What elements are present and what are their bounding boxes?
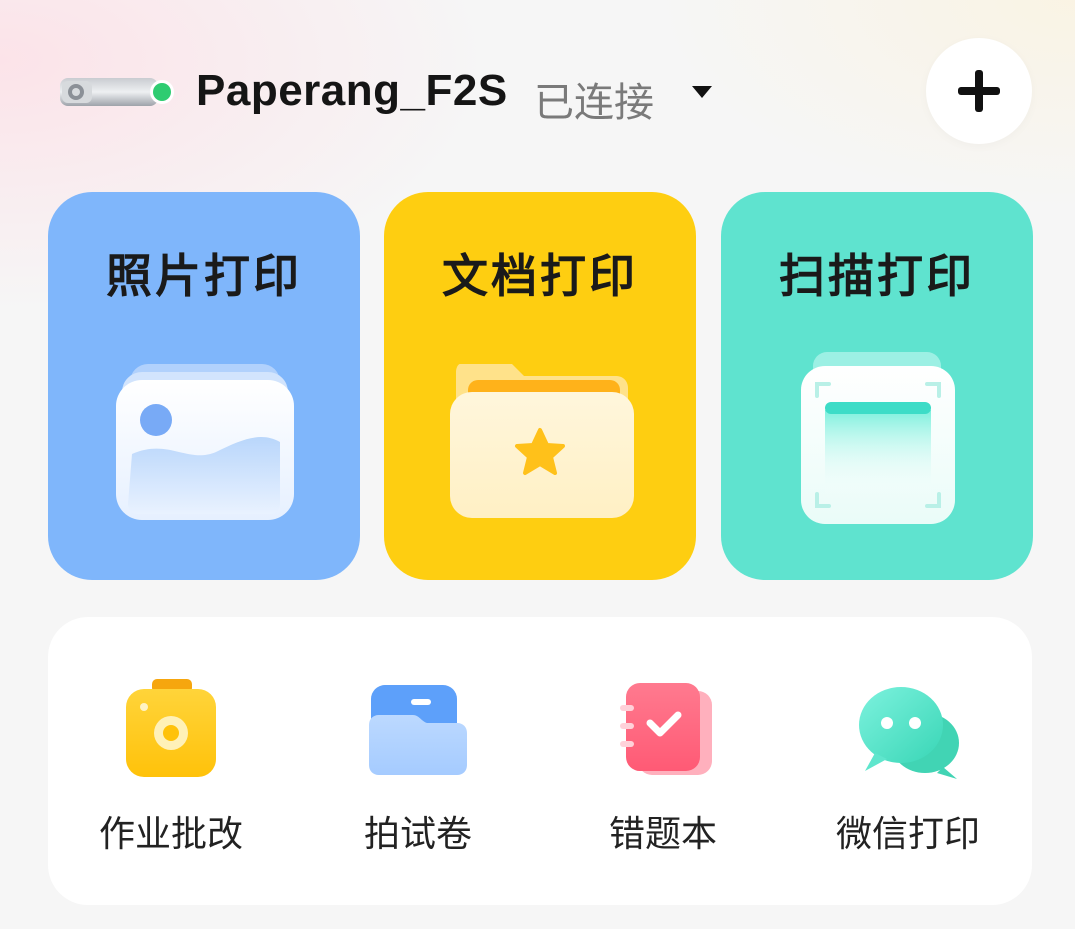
printer-device-icon — [60, 78, 174, 106]
card-title: 扫描打印 — [779, 249, 975, 303]
camera-icon — [126, 679, 216, 777]
tool-label: 作业批改 — [98, 814, 243, 855]
card-title: 文档打印 — [442, 249, 638, 303]
notebook-check-icon — [620, 683, 712, 775]
scan-frame-icon — [801, 352, 955, 524]
card-title: 照片打印 — [106, 249, 302, 303]
scan-print-card[interactable]: 扫描打印 — [721, 192, 1033, 580]
homework-correction-button[interactable]: 作业批改 — [61, 667, 281, 867]
tool-label: 微信打印 — [835, 814, 980, 855]
photo-exam-button[interactable]: 拍试卷 — [308, 667, 528, 867]
header-bar: Paperang_F2S 已连接 — [0, 0, 1075, 180]
wechat-print-button[interactable]: 微信打印 — [798, 667, 1018, 867]
tools-panel: 作业批改 拍试卷 错题本 微信打印 — [48, 617, 1032, 905]
folder-icon — [369, 685, 467, 775]
connection-status: 已连接 — [534, 80, 654, 126]
chat-bubbles-icon — [859, 687, 959, 779]
tool-label: 拍试卷 — [363, 814, 472, 855]
photo-stack-icon — [116, 364, 294, 520]
mistake-book-button[interactable]: 错题本 — [553, 667, 773, 867]
device-selector[interactable] — [58, 72, 176, 112]
device-name[interactable]: Paperang_F2S — [196, 66, 508, 116]
photo-print-card[interactable]: 照片打印 — [48, 192, 360, 580]
folder-star-icon — [450, 364, 634, 518]
caret-down-icon — [692, 86, 712, 98]
document-print-card[interactable]: 文档打印 — [384, 192, 696, 580]
device-dropdown-button[interactable] — [685, 78, 719, 106]
tool-label: 错题本 — [608, 814, 717, 855]
plus-icon — [958, 70, 1000, 112]
add-button[interactable] — [926, 38, 1032, 144]
